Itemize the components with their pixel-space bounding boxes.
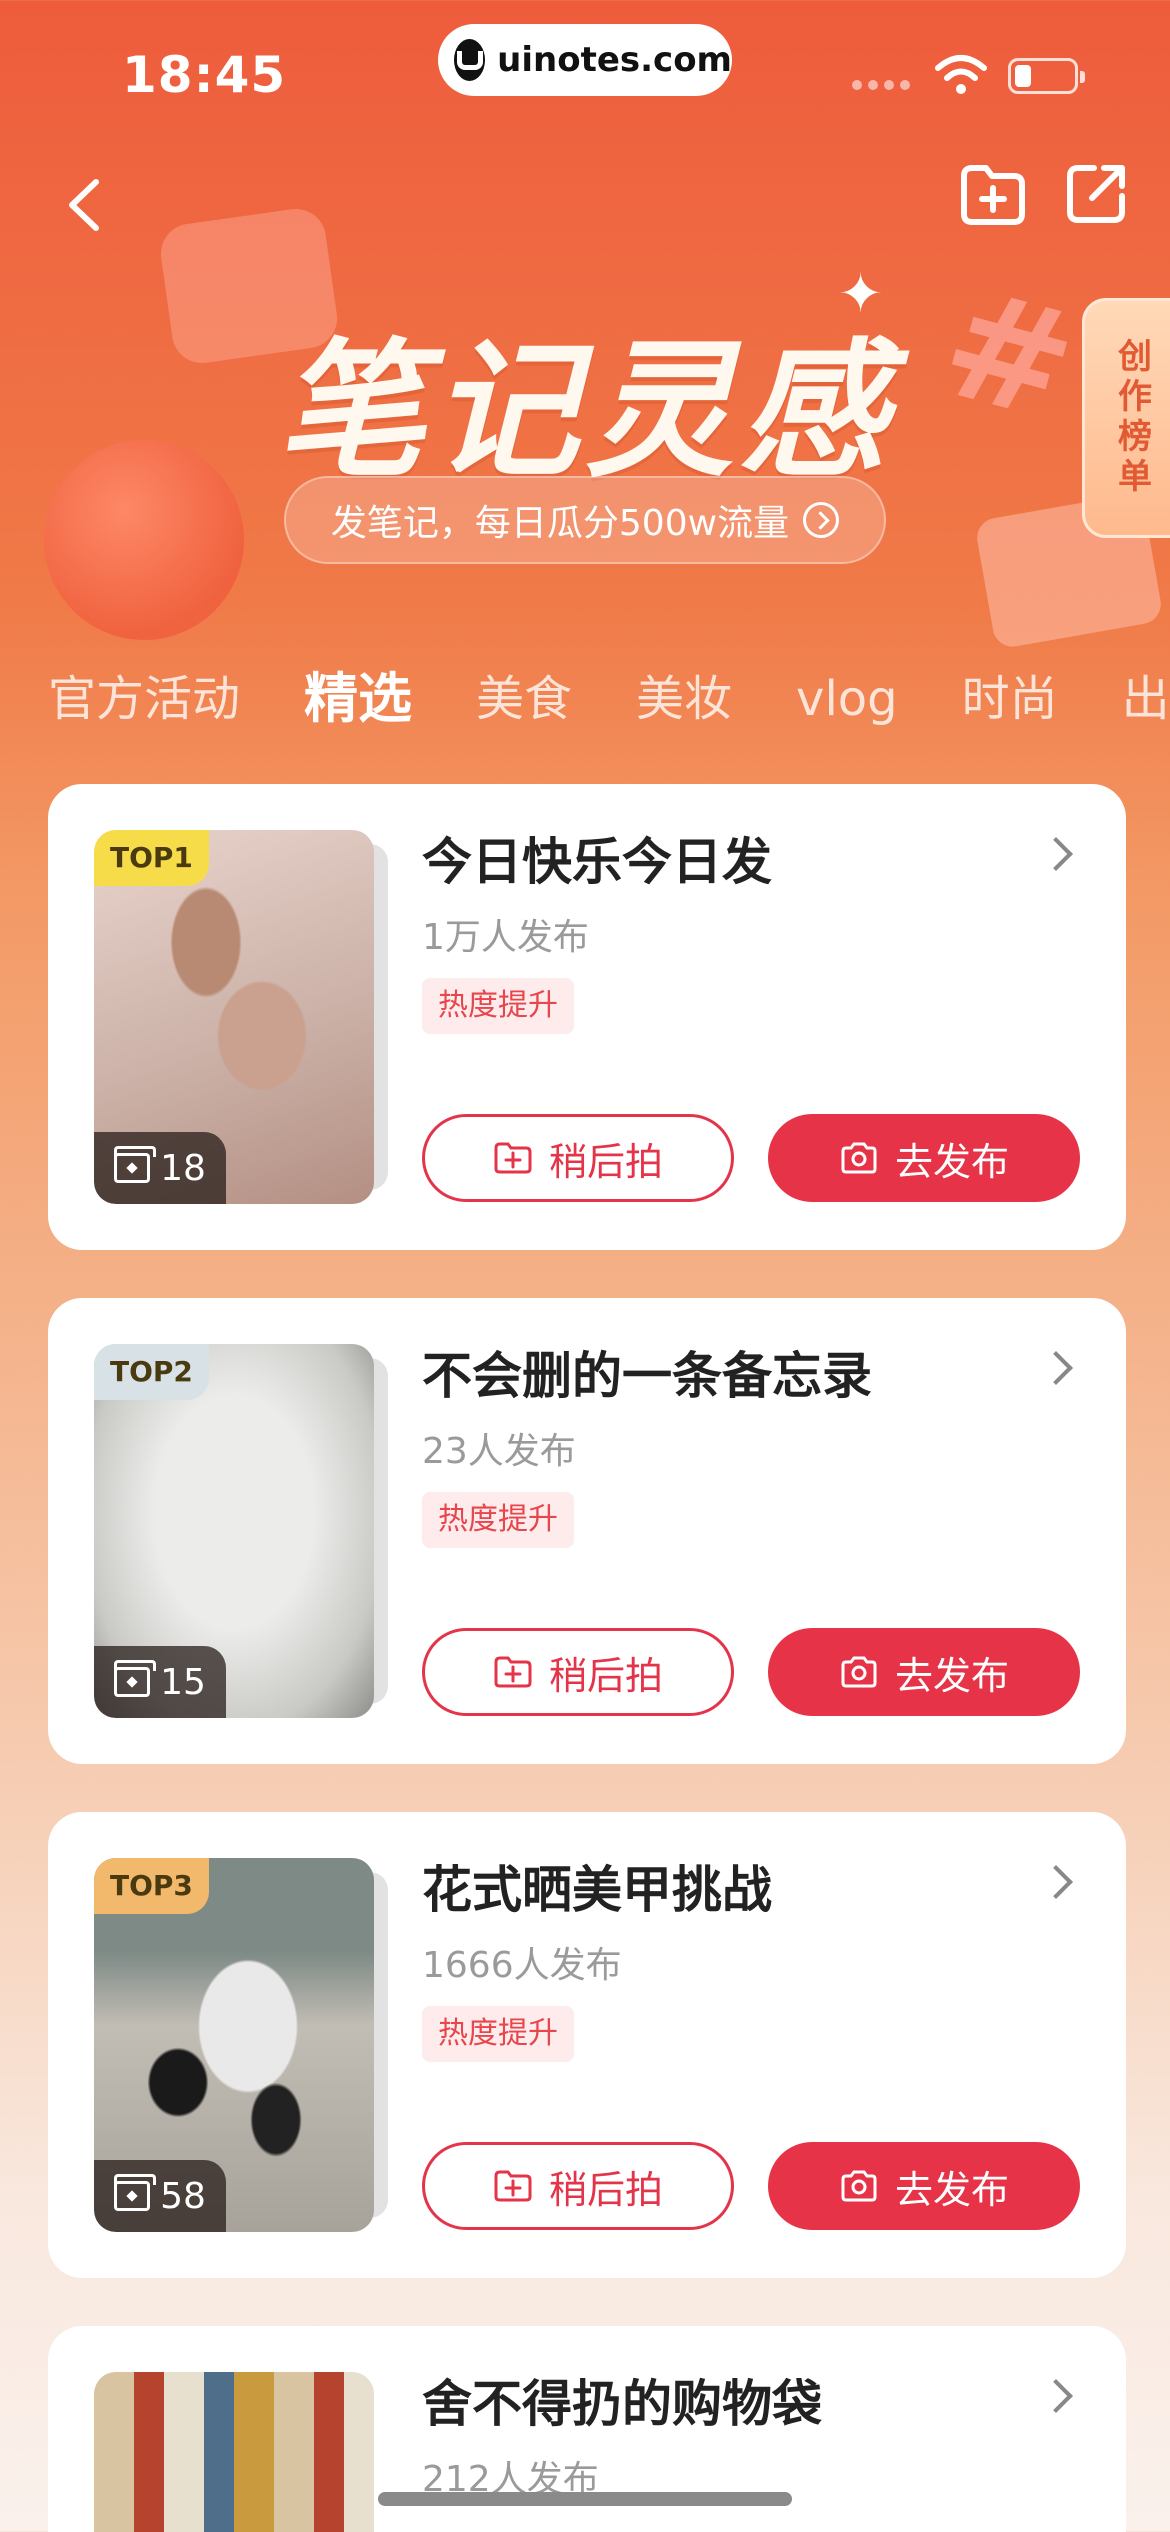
box-icon xyxy=(114,1146,157,1183)
wifi-icon xyxy=(935,55,987,94)
category-tabs: 官方活动 精选 美食 美妆 vlog 时尚 出 xyxy=(48,664,1170,734)
topic-title: 不会删的一条备忘录 xyxy=(422,1347,872,1405)
back-icon[interactable] xyxy=(56,170,116,240)
publish-button[interactable]: 去发布 xyxy=(768,2142,1080,2230)
hero-subtitle-pill[interactable]: 发笔记，每日瓜分500w流量 xyxy=(284,476,886,564)
signal-icon xyxy=(852,80,910,90)
hero-subtitle: 发笔记，每日瓜分500w流量 xyxy=(330,503,790,544)
topic-card[interactable]: TOP2 15 不会删的一条备忘录 23人发布 热度提升 稍后拍 去发布 xyxy=(48,1298,1126,1764)
tab-vlog[interactable]: vlog xyxy=(796,664,898,734)
plus-folder-icon xyxy=(494,1142,532,1174)
topic-post-count: 1万人发布 xyxy=(422,917,589,958)
chevron-right-icon[interactable] xyxy=(1039,1351,1073,1385)
box-icon xyxy=(114,1660,157,1697)
tab-fashion[interactable]: 时尚 xyxy=(962,664,1058,734)
shoot-later-label: 稍后拍 xyxy=(548,2167,663,2212)
topic-thumbnail: TOP3 58 xyxy=(94,1858,374,2232)
shoot-later-label: 稍后拍 xyxy=(548,1139,663,1184)
chevron-right-icon[interactable] xyxy=(1039,1865,1073,1899)
topic-title: 舍不得扔的购物袋 xyxy=(422,2375,822,2433)
shoot-later-button[interactable]: 稍后拍 xyxy=(422,1114,734,1202)
publish-button[interactable]: 去发布 xyxy=(768,1114,1080,1202)
sparkle-icon: ✦ xyxy=(838,262,884,325)
tab-travel[interactable]: 出 xyxy=(1122,664,1170,734)
camera-icon xyxy=(841,1142,877,1174)
shoot-later-label: 稍后拍 xyxy=(548,1653,663,1698)
add-folder-icon[interactable] xyxy=(958,162,1028,226)
creator-rank-tab[interactable]: 创作榜单 xyxy=(1082,298,1170,538)
topic-thumbnail: TOP1 18 xyxy=(94,830,374,1204)
site-logo-icon xyxy=(454,39,486,81)
chevron-right-icon[interactable] xyxy=(1039,2379,1073,2413)
status-time: 18:45 xyxy=(122,46,287,104)
chevron-right-icon[interactable] xyxy=(1039,837,1073,871)
plus-folder-icon xyxy=(494,2170,532,2202)
home-indicator[interactable] xyxy=(378,2492,792,2506)
heat-tag: 热度提升 xyxy=(422,2006,574,2062)
tab-official-events[interactable]: 官方活动 xyxy=(48,664,240,734)
hero-title: 笔记灵感 xyxy=(277,325,893,497)
tab-food[interactable]: 美食 xyxy=(476,664,572,734)
rank-badge: TOP1 xyxy=(94,830,209,886)
topic-title: 花式晒美甲挑战 xyxy=(422,1861,772,1919)
heat-tag: 热度提升 xyxy=(422,1492,574,1548)
battery-icon xyxy=(1008,58,1085,94)
topic-card[interactable]: TOP1 18 今日快乐今日发 1万人发布 热度提升 稍后拍 去发布 xyxy=(48,784,1126,1250)
topic-thumbnail xyxy=(94,2372,374,2532)
camera-icon xyxy=(841,2170,877,2202)
rank-badge: TOP3 xyxy=(94,1858,209,1914)
url-text: uinotes.com xyxy=(497,40,732,80)
tab-featured[interactable]: 精选 xyxy=(304,664,412,734)
camera-icon xyxy=(841,1656,877,1688)
shoot-later-button[interactable]: 稍后拍 xyxy=(422,1628,734,1716)
arrow-circle-icon xyxy=(803,502,840,538)
topic-title: 今日快乐今日发 xyxy=(422,833,772,891)
save-count-badge: 18 xyxy=(94,1132,226,1204)
box-icon xyxy=(114,2174,157,2211)
publish-label: 去发布 xyxy=(894,1139,1009,1184)
save-count: 18 xyxy=(160,1147,206,1189)
publish-label: 去发布 xyxy=(894,2167,1009,2212)
heat-tag: 热度提升 xyxy=(422,978,574,1034)
topic-card[interactable]: TOP3 58 花式晒美甲挑战 1666人发布 热度提升 稍后拍 去发布 xyxy=(48,1812,1126,2278)
topic-thumbnail: TOP2 15 xyxy=(94,1344,374,1718)
rank-tab-label: 创作榜单 xyxy=(1111,338,1152,498)
rank-badge: TOP2 xyxy=(94,1344,209,1400)
save-count-badge: 58 xyxy=(94,2160,226,2232)
save-count: 15 xyxy=(160,1661,206,1703)
url-pill: uinotes.com xyxy=(438,24,732,96)
save-count-badge: 15 xyxy=(94,1646,226,1718)
publish-label: 去发布 xyxy=(894,1653,1009,1698)
shoot-later-button[interactable]: 稍后拍 xyxy=(422,2142,734,2230)
plus-folder-icon xyxy=(494,1656,532,1688)
tab-beauty[interactable]: 美妆 xyxy=(636,664,732,734)
topic-post-count: 23人发布 xyxy=(422,1431,576,1472)
save-count: 58 xyxy=(160,2175,206,2217)
topic-post-count: 1666人发布 xyxy=(422,1945,622,1986)
share-icon[interactable] xyxy=(1064,160,1130,226)
publish-button[interactable]: 去发布 xyxy=(768,1628,1080,1716)
